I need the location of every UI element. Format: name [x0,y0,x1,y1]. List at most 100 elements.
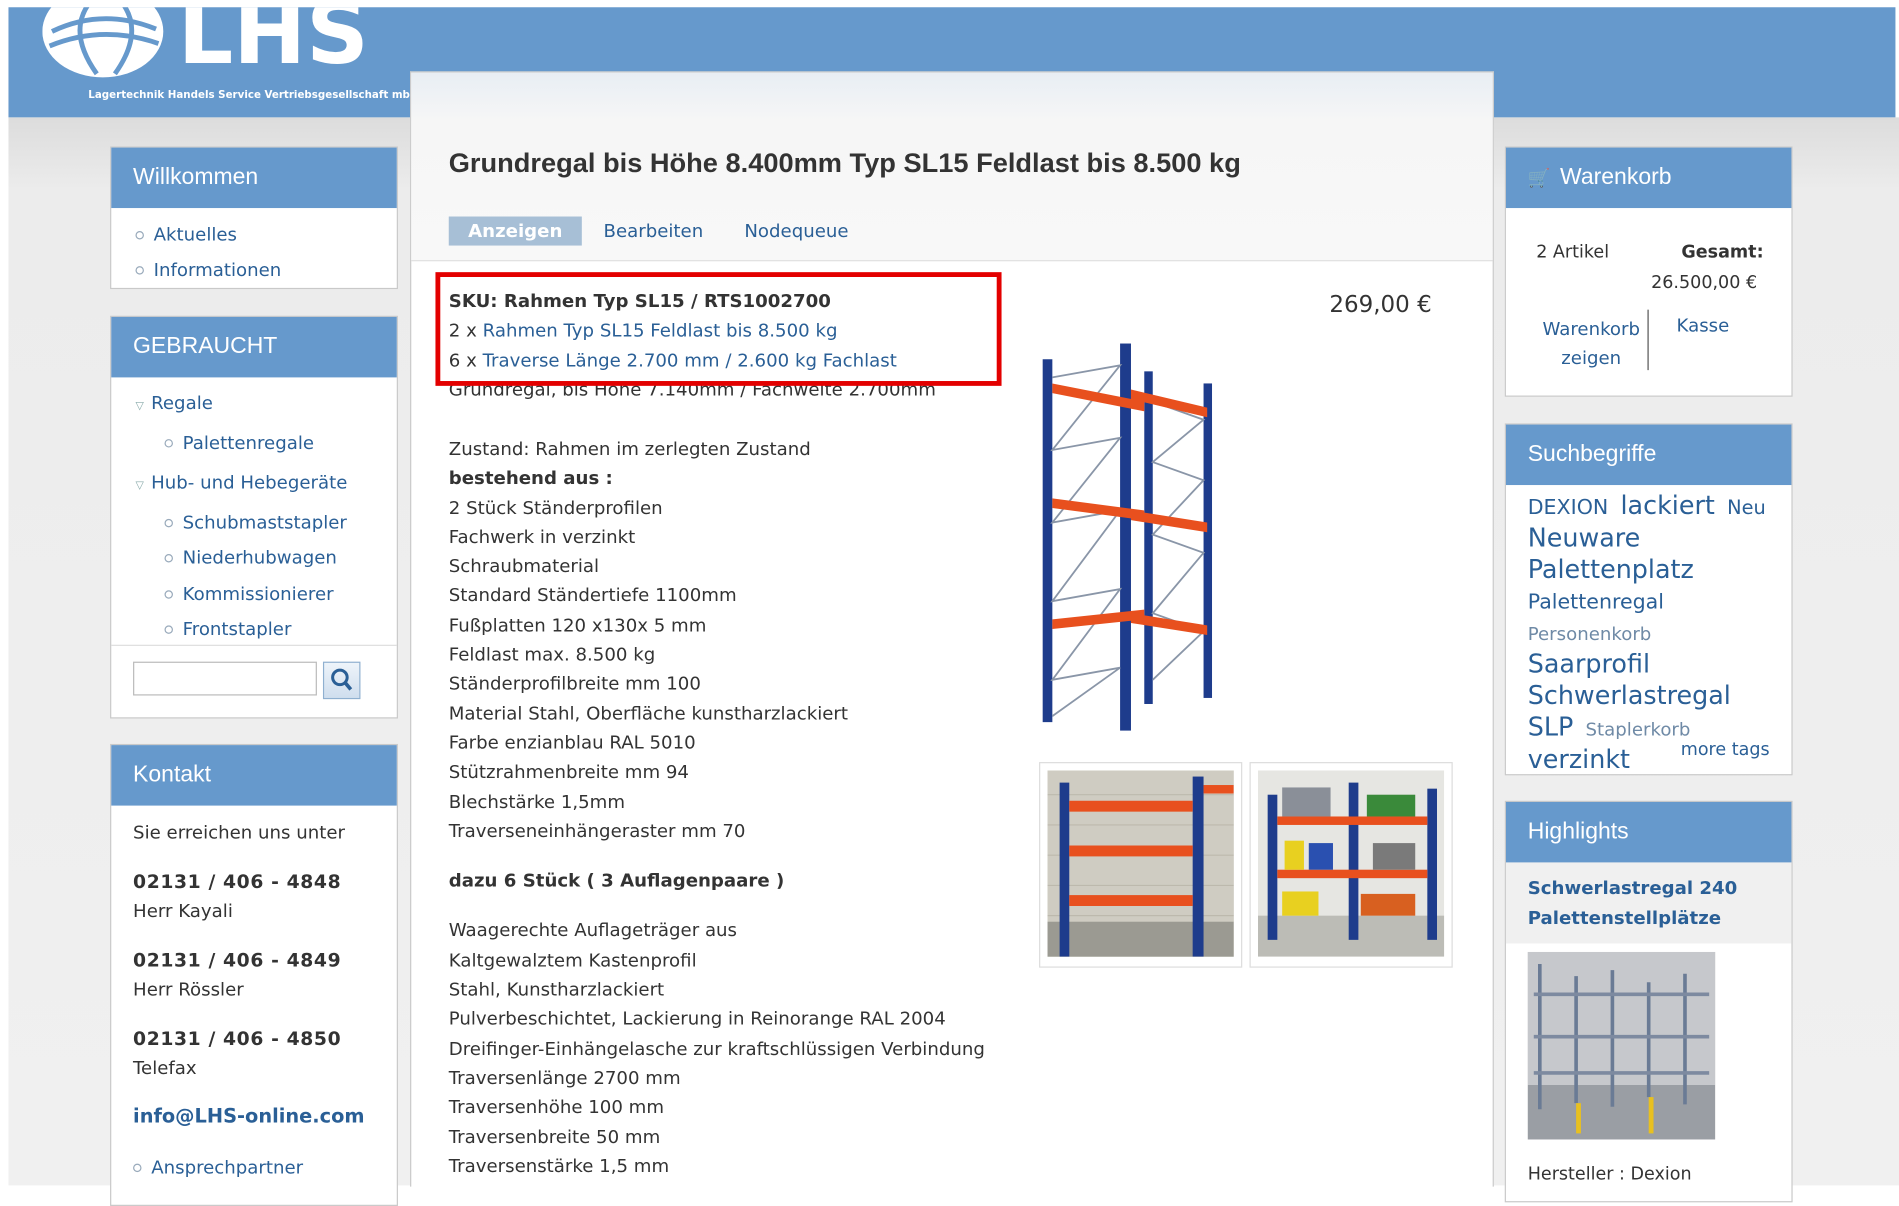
triangle-down-icon: ▽ [135,480,144,493]
circle-bullet-icon [135,231,144,240]
link-palettenregale[interactable]: Palettenregale [183,431,314,453]
tag-link[interactable]: Neu [1727,496,1766,519]
highlights-title: Highlights [1505,801,1792,863]
category-kommissionierer[interactable]: Kommissionierer [135,576,396,612]
category-niederhubwagen[interactable]: Niederhubwagen [135,541,396,577]
highlight-product[interactable]: Schwerlastregal 240 Palettenstellplätze [1505,862,1792,944]
welcome-item-informationen[interactable]: Informationen [135,253,396,288]
warehouse-rack-photo [1527,951,1716,1140]
cart-show-link-line2[interactable]: zeigen [1561,347,1621,369]
contact-name-1: Herr Kayali [133,899,233,922]
tag-link[interactable]: DEXION [1528,496,1609,520]
category-frontstapler[interactable]: Frontstapler [135,612,396,648]
tag-cloud: DEXION lackiert Neu Neuware Palettenplat… [1506,485,1791,777]
welcome-item-aktuelles[interactable]: Aktuelles [135,218,396,253]
rack-photo-2 [1257,770,1445,957]
link-ansprechpartner[interactable]: Ansprechpartner [151,1156,303,1178]
link-schubmaststapler[interactable]: Schubmaststapler [183,511,347,533]
spec-line: Schraubmaterial [448,555,600,578]
welcome-block: Willkommen Aktuelles Informationen [110,146,398,290]
contact-email-link[interactable]: info@LHS-online.com [133,1104,365,1127]
checkout-link[interactable]: Kasse [1677,314,1730,336]
link-niederhubwagen[interactable]: Niederhubwagen [183,547,337,569]
spec-line: Farbe enzianblau RAL 5010 [448,731,696,754]
tag-link[interactable]: Saarprofil [1528,650,1650,679]
cart-show-link-line1[interactable]: Warenkorb [1542,318,1640,340]
link-hub-hebegeraete[interactable]: Hub- und Hebegeräte [151,472,347,494]
link-kommissionierer[interactable]: Kommissionierer [183,582,334,604]
beam-spec-line: Kaltgewalztem Kastenprofil [448,949,697,972]
tag-link[interactable]: verzinkt [1528,745,1630,774]
tag-link[interactable]: Neuware [1528,524,1641,553]
tag-link[interactable]: Staplerkorb [1586,719,1691,741]
thumbnail-2-image [1257,770,1445,957]
cart-header: 🛒 Warenkorb [1505,147,1792,209]
beam-spec-line: Traversenlänge 2700 mm [448,1066,681,1089]
highlight-frame [435,272,1002,386]
contact-title: Kontakt [111,745,397,806]
cart-title: Warenkorb [1560,164,1672,190]
circle-bullet-icon [164,589,173,599]
tag-link[interactable]: Personenkorb [1528,623,1652,645]
tab-bearbeiten[interactable]: Bearbeiten [584,217,722,246]
tag-link[interactable]: lackiert [1620,491,1714,520]
spec-line: Traverseneinhängeraster mm 70 [448,819,746,842]
cart-icon: 🛒 [1527,168,1551,189]
link-informationen[interactable]: Informationen [154,259,282,281]
search-input[interactable] [133,661,317,696]
category-schubmaststapler[interactable]: Schubmaststapler [135,505,396,541]
description-block: Zustand: Rahmen im zerlegten Zustand bes… [449,434,985,1180]
cart-block: 🛒 Warenkorb 2 Artikel Gesamt: 26.500,00 €… [1504,146,1793,397]
beam-spec-line: Stahl, Kunstharzlackiert [448,978,665,1001]
tags-block: Suchbegriffe DEXION lackiert Neu Neuware… [1504,423,1793,777]
triangle-down-icon: ▽ [135,400,144,413]
site-logo[interactable]: LHS Lagertechnik Handels Service Vertrie… [42,0,419,116]
extra-list: Waagerechte Auflageträger aus Kaltgewalzt… [449,916,985,1181]
tab-anzeigen[interactable]: Anzeigen [448,216,582,246]
highlight-image[interactable] [1527,951,1716,1140]
link-aktuelles[interactable]: Aktuelles [154,224,237,246]
thumbnail-2[interactable] [1249,762,1453,968]
logo-letters: LHS [178,7,369,84]
circle-bullet-icon [133,1163,142,1173]
tab-nodequeue[interactable]: Nodequeue [725,217,868,246]
circle-bullet-icon [135,266,144,275]
tag-link[interactable]: Palettenregal [1528,590,1664,614]
category-hub[interactable]: ▽ Hub- und Hebegeräte [135,466,396,505]
cart-show-link[interactable]: Warenkorb zeigen [1540,314,1643,372]
welcome-title: Willkommen [111,147,397,209]
rack-photo-1 [1047,770,1234,957]
spec-line: Blechstärke 1,5mm [448,790,626,813]
search-button[interactable] [322,661,361,700]
contact-intro: Sie erreichen uns unter [133,821,345,844]
used-title: GEBRAUCHT [111,316,397,378]
search-divider [111,644,397,646]
contact-partner-item[interactable]: Ansprechpartner [133,1153,397,1182]
spec-line: Stützrahmenbreite mm 94 [448,761,689,783]
category-palettenregale[interactable]: Palettenregale [135,425,396,461]
main-content: Grundregal bis Höhe 8.400mm Typ SL15 Fel… [410,71,1494,1187]
spec-line: 2 Stück Ständerprofilen [448,496,663,519]
more-tags-link[interactable]: more tags [1681,740,1770,759]
link-regale[interactable]: Regale [151,392,213,414]
beam-spec-line: Traversenbreite 50 mm [448,1125,661,1148]
used-category-block: GEBRAUCHT ▽ Regale Palettenregale ▽ Hub- u… [110,315,398,719]
circle-bullet-icon [164,438,173,447]
category-regale[interactable]: ▽ Regale [135,386,396,425]
highlight-manufacturer: Hersteller : Dexion [1527,1164,1692,1185]
highlight-product-link[interactable]: Schwerlastregal 240 Palettenstellplätze [1528,877,1738,929]
thumbnail-1[interactable] [1039,762,1243,968]
spec-line: Material Stahl, Oberfläche kunstharzlack… [448,702,848,725]
product-image[interactable] [1035,329,1289,740]
beam-spec-line: Pulverbeschichtet, Lackierung in Reinora… [448,1008,946,1030]
node-tabs: Anzeigen Bearbeiten Nodequeue [448,216,871,246]
beam-spec-line: Traversenstärke 1,5 mm [448,1154,670,1177]
circle-bullet-icon [164,518,173,527]
thumbnail-1-image [1047,770,1234,957]
beam-spec-line: Traversenhöhe 100 mm [448,1096,665,1118]
contact-block: Kontakt Sie erreichen uns unter 02131 / … [110,743,398,1206]
tag-link[interactable]: Palettenplatz [1528,555,1694,584]
link-frontstapler[interactable]: Frontstapler [183,618,292,640]
page-title: Grundregal bis Höhe 8.400mm Typ SL15 Fel… [448,147,1241,178]
magnifier-icon [331,668,353,691]
